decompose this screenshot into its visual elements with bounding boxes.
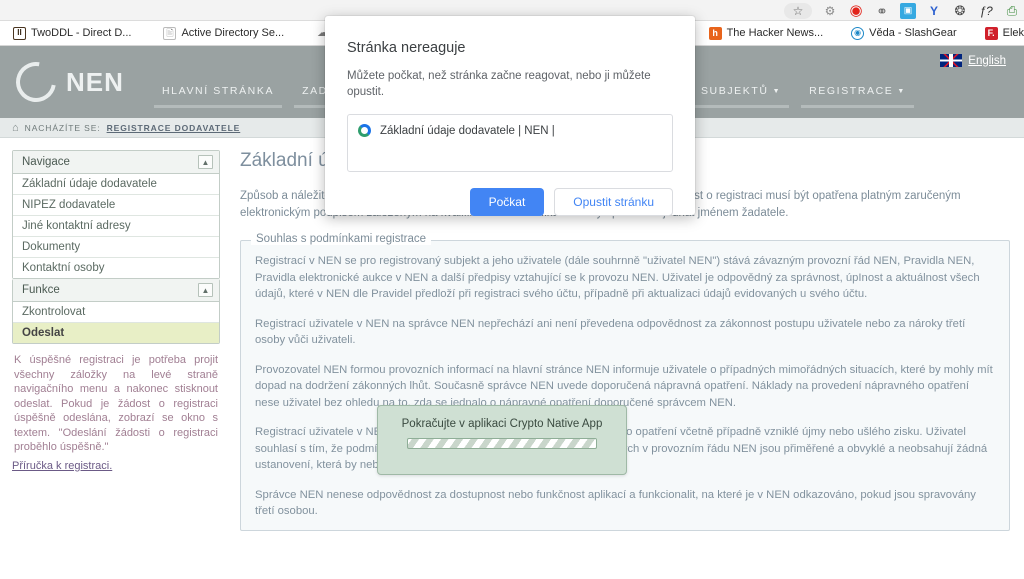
- home-icon[interactable]: ⌂: [12, 122, 19, 134]
- nav-label: HLAVNÍ STRÁNKA: [162, 85, 275, 97]
- bookmark-star-icon[interactable]: ☆: [784, 2, 812, 19]
- functions-panel: Funkce ▲ Zkontrolovat Odeslat: [12, 279, 220, 344]
- nen-brand-text: NEN: [66, 66, 124, 97]
- bookmark-label: TwoDDL - Direct D...: [31, 27, 132, 39]
- breadcrumb-prefix: NACHÁZÍTE SE:: [24, 122, 101, 133]
- veda-favicon: ◉: [851, 26, 865, 40]
- terms-paragraph: Provozovatel NEN formou provozních infor…: [255, 363, 993, 409]
- navigation-panel: Navigace ▲ Základní údaje dodavatele NIP…: [12, 150, 220, 279]
- sidebar-item-jine-adresy[interactable]: Jiné kontaktní adresy: [13, 216, 219, 237]
- extension-gear-icon[interactable]: ⚙: [822, 3, 838, 19]
- nav-item-hlavni-stranka[interactable]: HLAVNÍ STRÁNKA: [148, 85, 288, 108]
- language-switcher[interactable]: English: [940, 54, 1006, 67]
- browser-extension-icons: ☆ ⚙ ◉ ⚭ ▣ Y ❂ ƒ? ⎙: [784, 0, 1020, 21]
- bookmark-item[interactable]: F. Elekt: [978, 25, 1024, 42]
- fieldset-legend: Souhlas s podmínkami registrace: [251, 233, 432, 245]
- eyedropper-icon[interactable]: ❂: [952, 3, 968, 19]
- nen-logo[interactable]: NEN: [8, 54, 124, 110]
- crypto-native-app-toast: Pokračujte v aplikaci Crypto Native App: [377, 405, 627, 475]
- chevron-up-icon[interactable]: ▲: [198, 155, 213, 169]
- bookmark-item[interactable]: 🖹 Active Directory Se...: [156, 25, 291, 42]
- terms-paragraph: Správce NEN nenese odpovědnost za dostup…: [255, 488, 976, 518]
- shield-check-icon[interactable]: ⚭: [874, 3, 890, 19]
- list-item: Základní údaje dodavatele | NEN |: [358, 124, 662, 137]
- sidebar-help-note: K úspěšné registraci je potřeba projit v…: [14, 354, 218, 453]
- terms-paragraph: Registrací uživatele v NEN na správce NE…: [255, 317, 966, 347]
- bookmark-label: Věda - SlashGear: [869, 27, 957, 39]
- loading-spinner-icon: [358, 124, 371, 137]
- crypto-progress-bar: [407, 438, 597, 449]
- opera-vpn-icon[interactable]: ◉: [848, 3, 864, 19]
- screenshot-root: ☆ ⚙ ◉ ⚭ ▣ Y ❂ ƒ? ⎙ II TwoDDL - Direct D.…: [0, 0, 1024, 579]
- image-extension-icon[interactable]: ▣: [900, 2, 916, 19]
- elekt-favicon: F.: [984, 26, 998, 40]
- leave-page-button[interactable]: Opustit stránku: [554, 188, 673, 216]
- sidebar: Navigace ▲ Základní údaje dodavatele NIP…: [0, 138, 232, 579]
- functions-panel-header[interactable]: Funkce ▲: [13, 279, 219, 302]
- chevron-down-icon: ▼: [772, 87, 782, 95]
- dialog-actions: Počkat Opustit stránku: [347, 188, 673, 216]
- dialog-message: Můžete počkat, než stránka začne reagova…: [347, 70, 651, 98]
- uk-flag-icon: [940, 54, 963, 67]
- page-title-entry: Základní údaje dodavatele | NEN |: [380, 124, 555, 137]
- unresponsive-pages-list: Základní údaje dodavatele | NEN |: [347, 114, 673, 172]
- yandex-icon[interactable]: Y: [926, 3, 942, 19]
- hackernews-favicon: h: [708, 26, 722, 40]
- wait-button[interactable]: Počkat: [469, 188, 545, 216]
- bookmark-label: The Hacker News...: [726, 27, 824, 39]
- bookmark-item[interactable]: ◉ Věda - SlashGear: [844, 25, 963, 42]
- breadcrumb-current-link[interactable]: REGISTRACE DODAVATELE: [107, 123, 241, 133]
- bookmark-item[interactable]: II TwoDDL - Direct D...: [6, 25, 138, 42]
- sidebar-item-odeslat[interactable]: Odeslat: [13, 323, 219, 343]
- language-label: English: [968, 54, 1006, 67]
- bookmark-item[interactable]: h The Hacker News...: [702, 25, 831, 42]
- printer-extension-icon[interactable]: ⎙: [1004, 3, 1020, 19]
- crypto-toast-message: Pokračujte v aplikaci Crypto Native App: [401, 418, 603, 430]
- twoddl-favicon: II: [13, 26, 26, 40]
- registration-terms-fieldset: Souhlas s podmínkami registrace Registra…: [240, 233, 1010, 531]
- navigation-panel-header[interactable]: Navigace ▲: [13, 151, 219, 174]
- bookmark-label: Elekt: [1002, 27, 1024, 39]
- chevron-up-icon[interactable]: ▲: [198, 283, 213, 297]
- sidebar-item-kontaktni-osoby[interactable]: Kontaktní osoby: [13, 258, 219, 278]
- functions-panel-title: Funkce: [22, 284, 60, 296]
- bookmark-label: Active Directory Se...: [181, 27, 285, 39]
- navigation-panel-title: Navigace: [22, 156, 70, 168]
- chevron-down-icon: ▼: [897, 87, 906, 95]
- nav-label: REGISTRACE: [809, 85, 894, 97]
- dialog-title: Stránka nereaguje: [347, 40, 466, 56]
- sidebar-item-dokumenty[interactable]: Dokumenty: [13, 237, 219, 258]
- nav-item-registrace[interactable]: REGISTRACE ▼: [795, 85, 920, 108]
- sidebar-item-zakladni-udaje[interactable]: Základní údaje dodavatele: [13, 174, 219, 195]
- terms-paragraph: Registrací v NEN se pro registrovaný sub…: [255, 255, 980, 300]
- nen-logo-icon: [8, 54, 64, 110]
- document-favicon: 🖹: [163, 26, 177, 40]
- sidebar-item-nipez[interactable]: NIPEZ dodavatele: [13, 195, 219, 216]
- sidebar-item-zkontrolovat[interactable]: Zkontrolovat: [13, 302, 219, 323]
- font-extension-icon[interactable]: ƒ?: [978, 3, 994, 19]
- page-unresponsive-dialog: Stránka nereaguje Můžete počkat, než str…: [325, 16, 695, 216]
- registration-manual-link[interactable]: Příručka k registraci.: [12, 460, 112, 472]
